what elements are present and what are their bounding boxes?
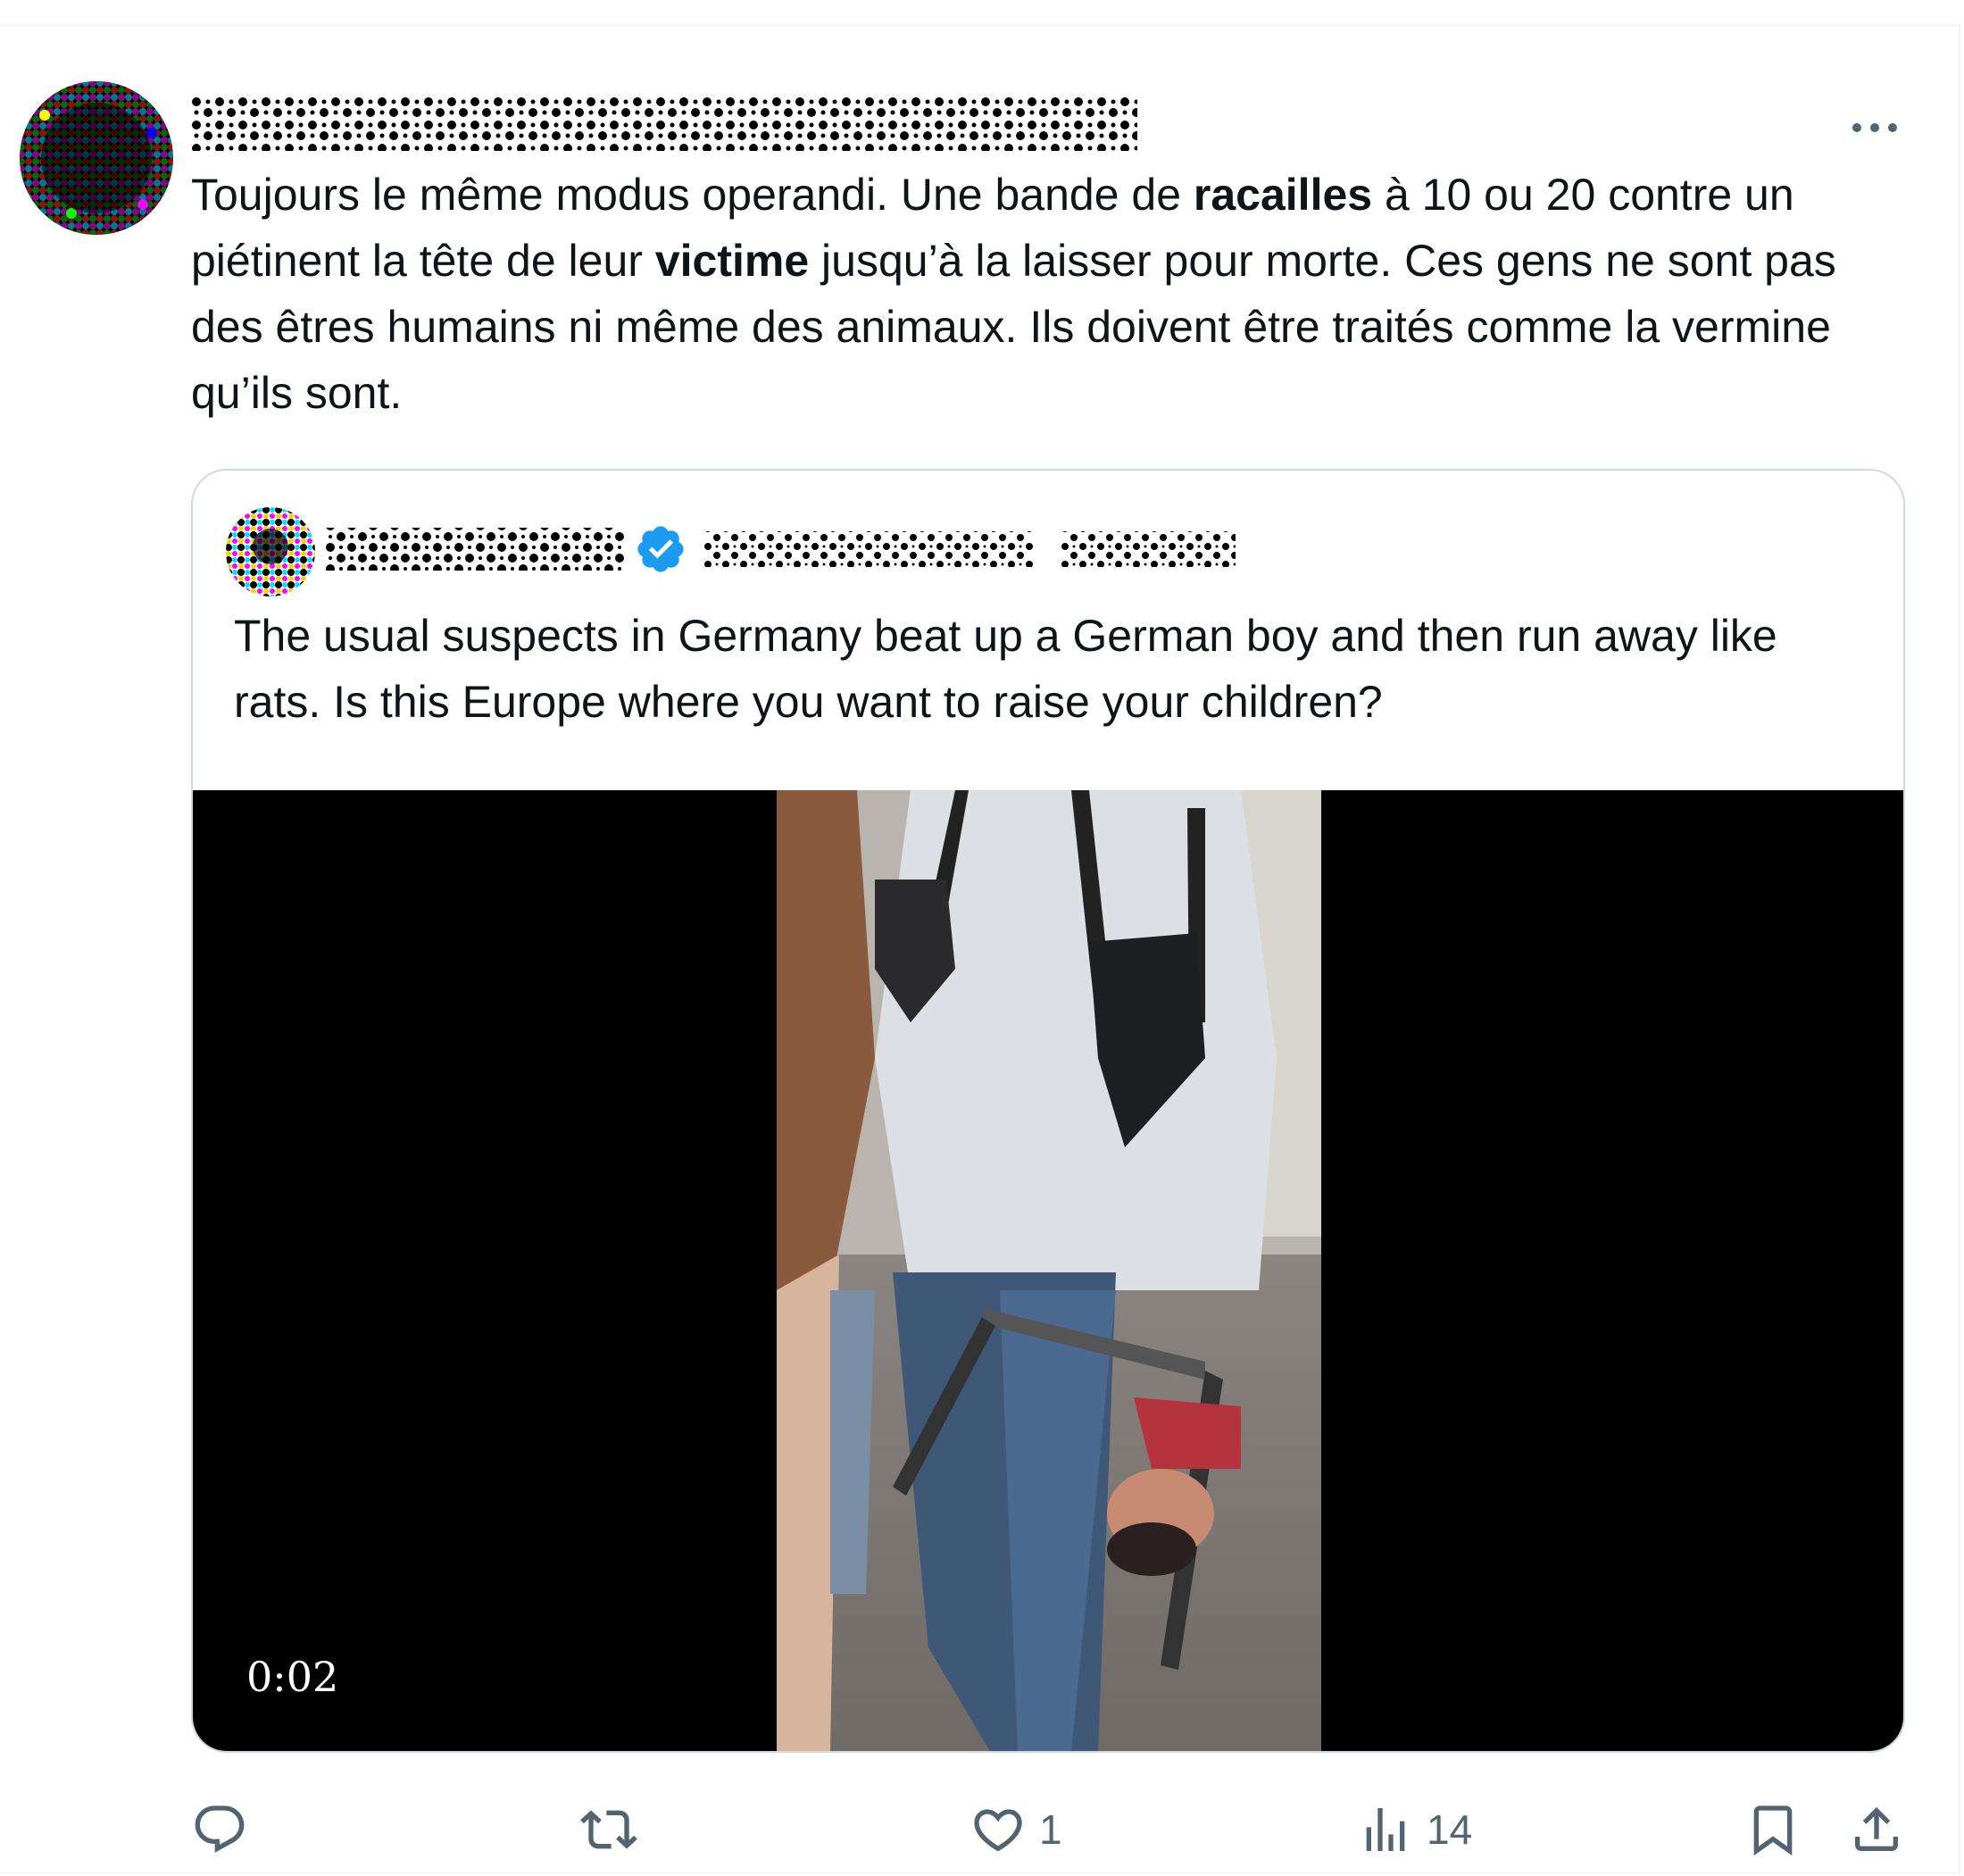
share-button[interactable] bbox=[1848, 1794, 1905, 1865]
like-button[interactable]: 1 bbox=[970, 1794, 1062, 1865]
post-text: Toujours le même modus operandi. Une ban… bbox=[191, 162, 1914, 426]
share-icon bbox=[1855, 1806, 1898, 1851]
post-text-part: Toujours le même modus operandi. Une ban… bbox=[191, 170, 1194, 220]
heart-icon bbox=[974, 1809, 1022, 1852]
repost-button[interactable] bbox=[580, 1794, 637, 1865]
quoted-post[interactable]: The usual suspects in Germany beat up a … bbox=[191, 469, 1905, 1753]
reply-icon bbox=[195, 1805, 245, 1853]
video-thumbnail bbox=[777, 790, 1321, 1751]
quoted-author-avatar[interactable] bbox=[225, 506, 316, 597]
post-card[interactable]: Toujours le même modus operandi. Une ban… bbox=[0, 25, 1960, 1873]
author-avatar[interactable] bbox=[18, 79, 175, 237]
post-text-bold: victime bbox=[654, 236, 810, 286]
quoted-post-text: The usual suspects in Germany beat up a … bbox=[234, 611, 1777, 727]
views-count: 14 bbox=[1427, 1806, 1473, 1853]
views-button[interactable]: 14 bbox=[1357, 1794, 1472, 1865]
post-text-bold: racailles bbox=[1193, 170, 1373, 220]
bookmark-icon bbox=[1753, 1805, 1793, 1856]
quoted-author-handle-redacted bbox=[703, 531, 1236, 567]
views-chart-icon bbox=[1366, 1808, 1405, 1851]
video-player[interactable]: 0:02 bbox=[193, 790, 1903, 1751]
more-dots-icon[interactable] bbox=[1846, 108, 1903, 144]
quoted-author-name-redacted[interactable] bbox=[325, 521, 625, 578]
verified-badge-icon bbox=[637, 526, 684, 572]
author-name-redacted[interactable] bbox=[191, 72, 1137, 162]
repost-icon bbox=[580, 1810, 637, 1849]
reply-button[interactable] bbox=[191, 1794, 248, 1865]
like-count: 1 bbox=[1039, 1806, 1062, 1853]
video-duration: 0:02 bbox=[246, 1653, 339, 1701]
bookmark-button[interactable] bbox=[1744, 1794, 1802, 1865]
